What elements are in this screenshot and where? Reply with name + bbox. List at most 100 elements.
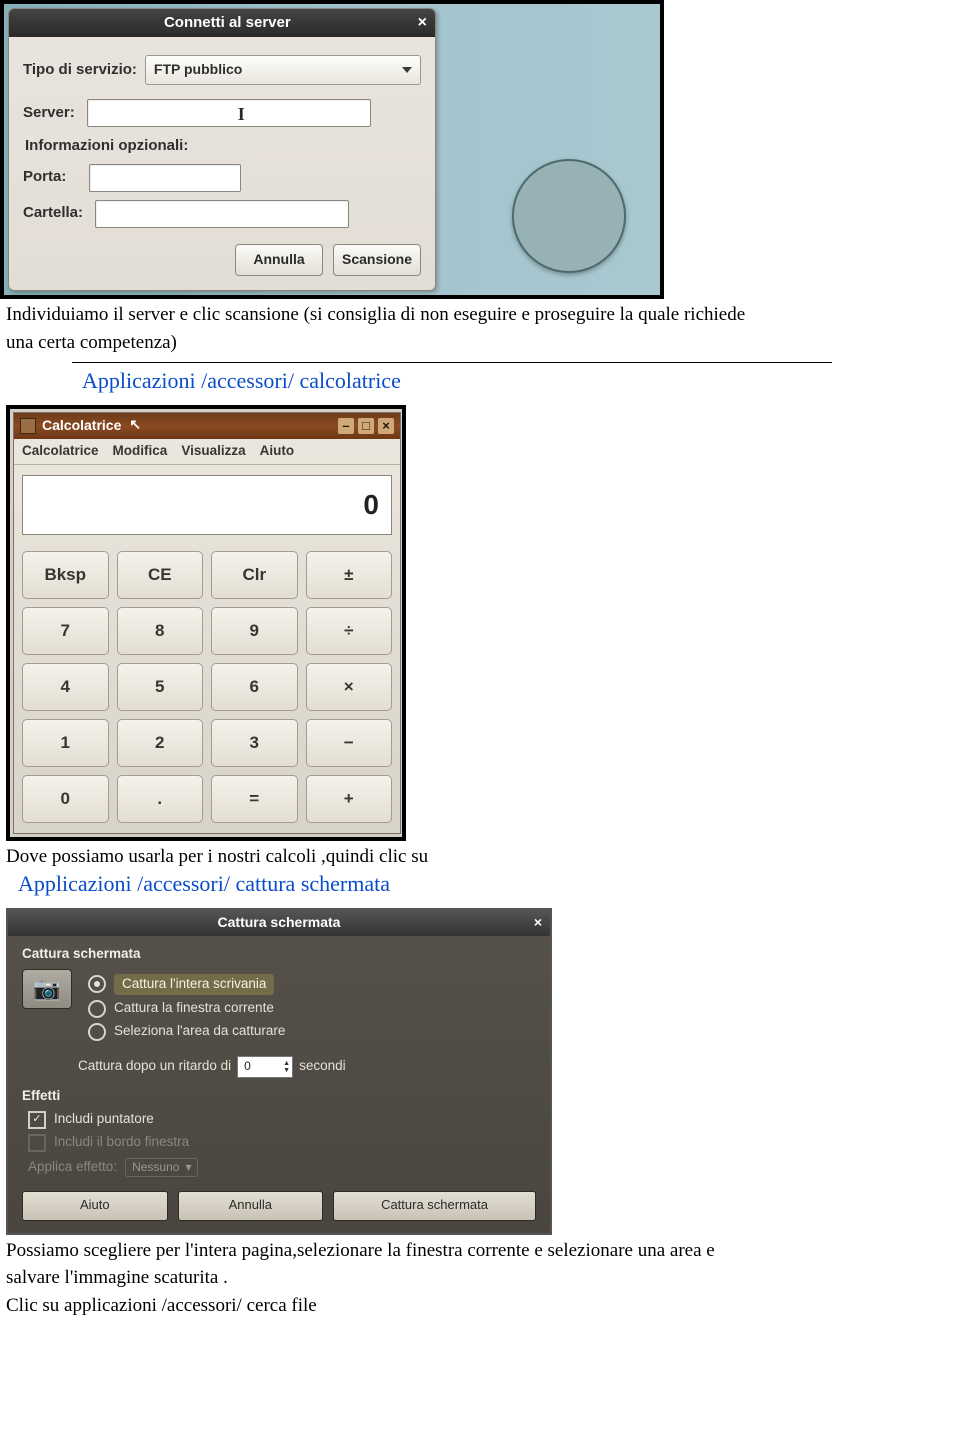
include-pointer-checkbox[interactable]: ✓ Includi puntatore [28,1111,536,1129]
server-input[interactable]: I [87,99,371,127]
calc-key[interactable]: × [306,663,393,711]
connect-server-screenshot: Connetti al server × Tipo di servizio: F… [0,0,664,299]
calc-key[interactable]: 8 [117,607,204,655]
capture-section-label: Cattura schermata [22,946,536,963]
include-border-label: Includi il bordo finestra [54,1134,189,1151]
heading-calculator: Applicazioni /accessori/ calcolatrice [82,367,954,395]
calc-key[interactable]: + [306,775,393,823]
port-input[interactable] [89,164,241,192]
calc-key[interactable]: − [306,719,393,767]
delay-spinner[interactable]: 0 ▲▼ [237,1056,293,1078]
menu-item[interactable]: Visualizza [181,443,245,460]
optional-info-label: Informazioni opzionali: [25,137,421,156]
checkbox-icon: ✓ [28,1111,46,1129]
calculator-keypad: Bksp CE Clr ± 7 8 9 ÷ 4 5 6 × 1 2 3 − 0 … [14,545,400,833]
divider-line [72,362,832,363]
heading-screenshot: Applicazioni /accessori/ cattura scherma… [18,870,954,898]
capture-option-label: Cattura l'intera scrivania [114,974,274,995]
calculator-app-icon [20,418,36,434]
decorative-circle [512,159,626,273]
chevron-down-icon [402,67,412,73]
paragraph-3-line-3: Clic su applicazioni /accessori/ cerca f… [6,1294,954,1318]
radio-icon [88,1000,106,1018]
calculator-display: 0 [22,475,392,535]
calc-key[interactable]: . [117,775,204,823]
server-label: Server: [23,104,75,123]
paragraph-3-line-1: Possiamo scegliere per l'intera pagina,s… [6,1239,954,1263]
calculator-titlebar: Calcolatrice ↖ – □ × [14,413,400,439]
service-type-label: Tipo di servizio: [23,61,137,80]
folder-label: Cartella: [23,204,83,223]
calc-key[interactable]: 5 [117,663,204,711]
calc-key[interactable]: = [211,775,298,823]
capture-dialog-screenshot: Cattura schermata × Cattura schermata 📷 … [6,908,552,1235]
maximize-icon[interactable]: □ [358,418,374,434]
apply-effect-value: Nessuno [132,1160,179,1175]
effects-section-label: Effetti [22,1088,536,1105]
paragraph-3-line-2: salvare l'immagine scaturita . [6,1266,954,1290]
calculator-title: Calcolatrice [42,417,121,435]
take-screenshot-button[interactable]: Cattura schermata [333,1191,536,1221]
apply-effect-select: Nessuno ▾ [125,1158,198,1177]
radio-icon [88,975,106,993]
calc-key[interactable]: ÷ [306,607,393,655]
close-icon[interactable]: × [418,13,427,33]
capture-titlebar: Cattura schermata × [8,910,550,936]
include-border-checkbox: Includi il bordo finestra [28,1134,536,1152]
folder-input[interactable] [95,200,349,228]
port-label: Porta: [23,168,77,187]
cursor-icon: ↖ [129,416,141,434]
apply-effect-label: Applica effetto: [28,1159,117,1176]
menu-item[interactable]: Modifica [113,443,168,460]
minimize-icon[interactable]: – [338,418,354,434]
checkbox-icon [28,1134,46,1152]
calc-key[interactable]: 7 [22,607,109,655]
calc-key[interactable]: CE [117,551,204,599]
calc-key[interactable]: Bksp [22,551,109,599]
include-pointer-label: Includi puntatore [54,1111,154,1128]
calculator-window: Calcolatrice ↖ – □ × Calcolatrice Modifi… [13,412,401,834]
text-caret-icon: I [238,103,245,126]
service-type-value: FTP pubblico [154,61,242,79]
paragraph-1-line-1: Individuiamo il server e clic scansione … [6,303,954,327]
capture-option-label: Seleziona l'area da catturare [114,1023,285,1040]
connect-server-dialog: Connetti al server × Tipo di servizio: F… [8,8,436,291]
calc-key[interactable]: 1 [22,719,109,767]
capture-option-area[interactable]: Seleziona l'area da catturare [88,1023,536,1041]
cancel-button[interactable]: Annulla [178,1191,324,1221]
delay-unit: secondi [299,1058,346,1075]
menu-item[interactable]: Aiuto [260,443,295,460]
capture-option-label: Cattura la finestra corrente [114,1000,274,1017]
service-type-select[interactable]: FTP pubblico [145,55,421,85]
calc-key[interactable]: Clr [211,551,298,599]
radio-icon [88,1023,106,1041]
capture-option-fullscreen[interactable]: Cattura l'intera scrivania [88,974,536,995]
apply-effect-row: Applica effetto: Nessuno ▾ [28,1158,536,1177]
camera-icon: 📷 [22,969,72,1009]
calc-key[interactable]: 6 [211,663,298,711]
delay-value: 0 [244,1059,251,1074]
cancel-button[interactable]: Annulla [235,244,323,276]
close-icon[interactable]: × [378,418,394,434]
calc-key[interactable]: 3 [211,719,298,767]
calculator-screenshot: Calcolatrice ↖ – □ × Calcolatrice Modifi… [6,405,406,841]
calc-key[interactable]: 9 [211,607,298,655]
delay-label: Cattura dopo un ritardo di [78,1058,231,1075]
paragraph-2-line-1: Dove possiamo usarla per i nostri calcol… [6,845,954,869]
calculator-menubar: Calcolatrice Modifica Visualizza Aiuto [14,439,400,465]
dialog-titlebar: Connetti al server × [9,9,435,37]
calc-key[interactable]: 0 [22,775,109,823]
capture-option-window[interactable]: Cattura la finestra corrente [88,1000,536,1018]
menu-item[interactable]: Calcolatrice [22,443,99,460]
calc-key[interactable]: 4 [22,663,109,711]
spinner-buttons-icon: ▲▼ [283,1060,290,1074]
capture-title: Cattura schermata [218,914,341,932]
calc-key[interactable]: 2 [117,719,204,767]
scan-button[interactable]: Scansione [333,244,421,276]
paragraph-1-line-2: una certa competenza) [6,331,954,355]
close-icon[interactable]: × [534,914,542,932]
calc-key[interactable]: ± [306,551,393,599]
chevron-down-icon: ▾ [185,1160,191,1175]
help-button[interactable]: Aiuto [22,1191,168,1221]
dialog-title: Connetti al server [164,14,291,33]
